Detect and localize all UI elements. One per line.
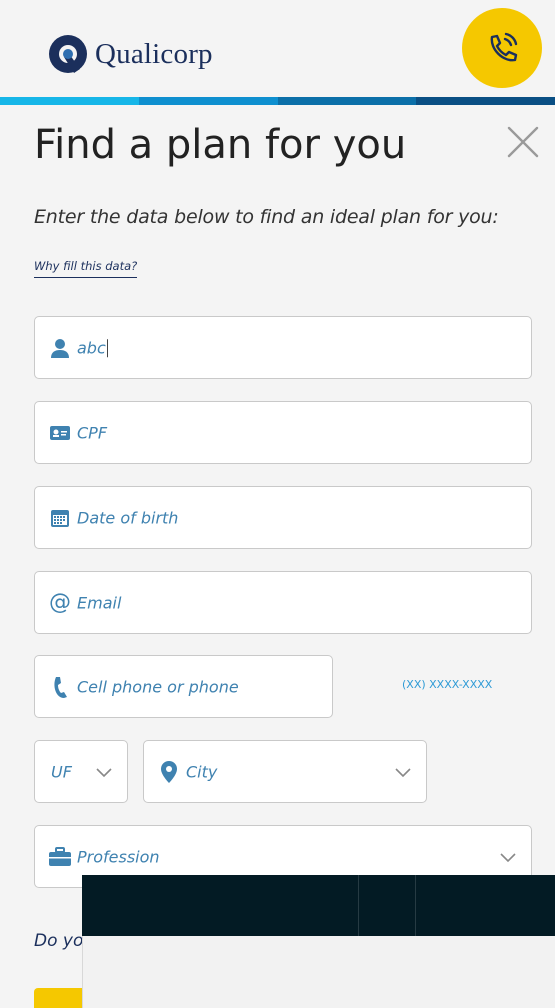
chevron-down-icon	[500, 852, 516, 862]
name-input-value: abc	[77, 337, 106, 357]
email-field[interactable]: @ Email	[34, 571, 532, 634]
stripe-segment-2	[138, 97, 278, 105]
at-icon: @	[49, 590, 71, 615]
question-text: Do yo	[34, 931, 84, 951]
header-stripe	[0, 97, 555, 105]
form-subtitle: Enter the data below to find an ideal pl…	[34, 206, 499, 228]
chevron-down-icon	[96, 767, 112, 777]
close-icon[interactable]	[505, 124, 541, 160]
uf-select[interactable]: UF	[34, 740, 128, 803]
overlay-divider	[415, 875, 416, 936]
map-pin-icon	[158, 760, 180, 783]
call-button[interactable]	[462, 8, 542, 88]
cpf-field[interactable]: CPF	[34, 401, 532, 464]
id-card-icon	[49, 422, 71, 444]
phone-ringing-icon	[490, 32, 518, 62]
chevron-down-icon	[395, 767, 411, 777]
qualicorp-logo-icon	[49, 35, 87, 73]
uf-placeholder: UF	[51, 762, 72, 781]
page-title: Find a plan for you	[34, 122, 407, 168]
app-header: Qualicorp	[0, 0, 555, 97]
phone-icon	[49, 676, 71, 698]
stripe-segment-3	[277, 97, 417, 105]
email-placeholder: Email	[77, 593, 122, 612]
overlay-divider	[358, 875, 359, 936]
brand-name: Qualicorp	[95, 38, 213, 70]
overlay-panel	[82, 875, 555, 936]
overlay-light-panel	[82, 936, 555, 1008]
why-fill-link[interactable]: Why fill this data?	[34, 259, 138, 278]
calendar-icon	[49, 507, 71, 529]
briefcase-icon	[49, 846, 71, 868]
user-icon	[49, 337, 71, 359]
text-caret	[106, 339, 108, 358]
date-of-birth-placeholder: Date of birth	[77, 508, 179, 527]
stripe-segment-4	[416, 97, 555, 105]
city-select[interactable]: City	[143, 740, 427, 803]
name-field[interactable]: abc	[34, 316, 532, 379]
profession-placeholder: Profession	[77, 847, 160, 866]
phone-format-hint: (XX) XXXX-XXXX	[402, 678, 493, 691]
phone-placeholder: Cell phone or phone	[77, 677, 239, 696]
phone-field[interactable]: Cell phone or phone	[34, 655, 333, 718]
city-placeholder: City	[186, 762, 218, 781]
date-of-birth-field[interactable]: Date of birth	[34, 486, 532, 549]
cpf-placeholder: CPF	[77, 423, 108, 442]
stripe-segment-1	[0, 97, 139, 105]
